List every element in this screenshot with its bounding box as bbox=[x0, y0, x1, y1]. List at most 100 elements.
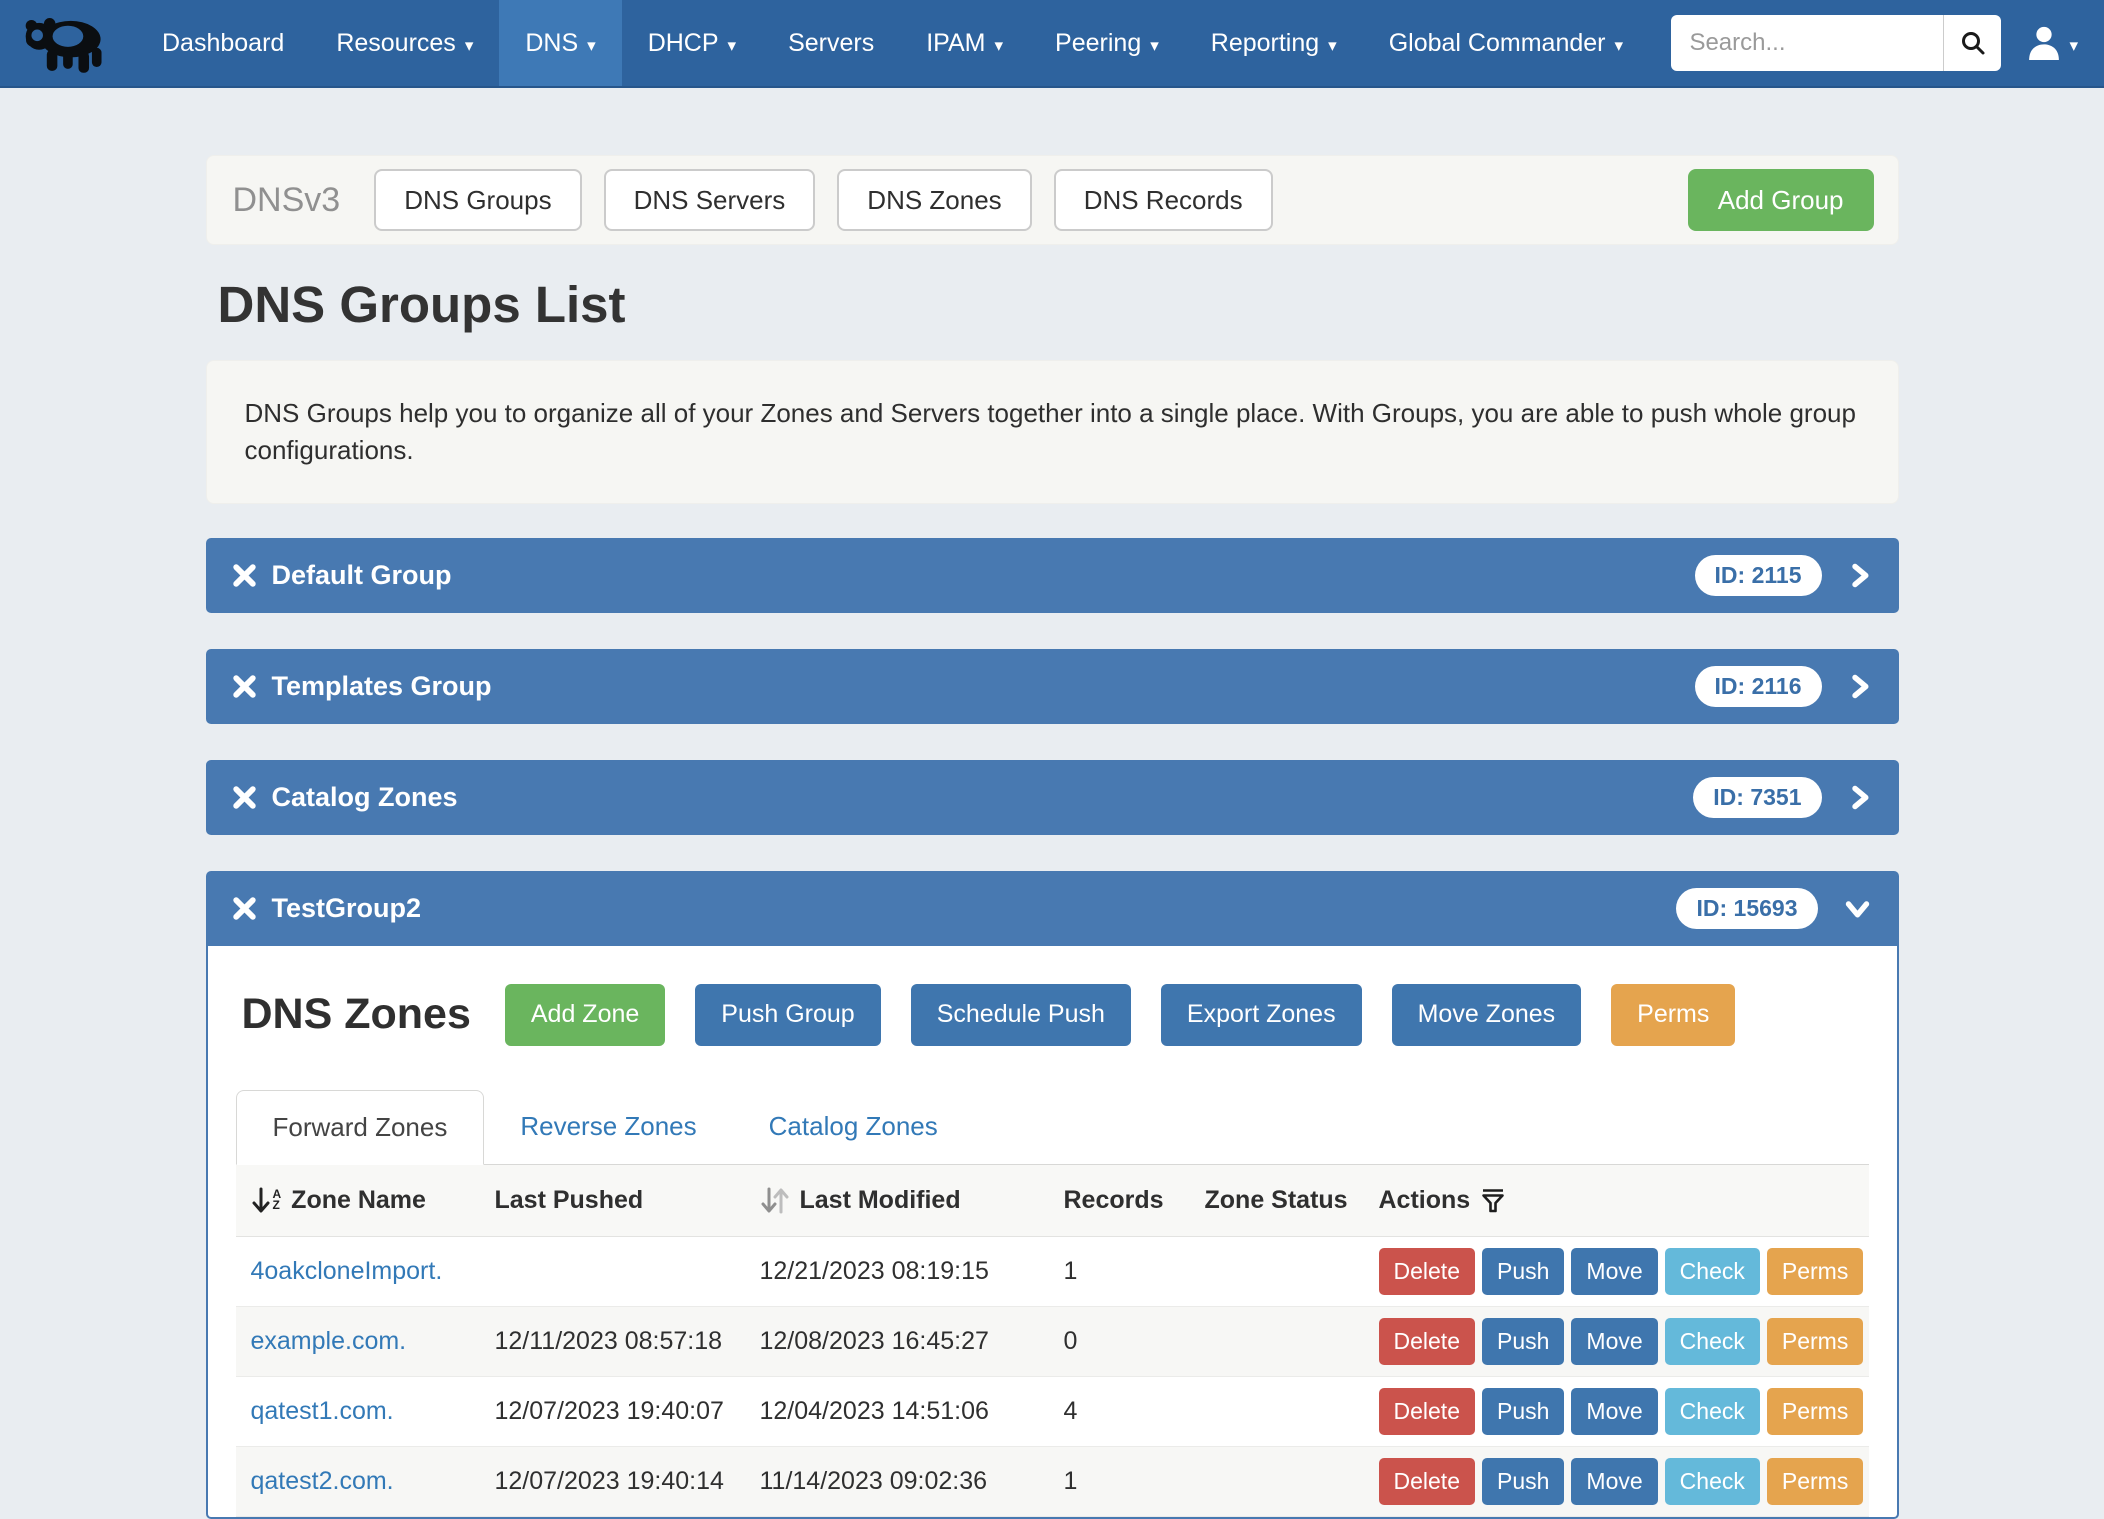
perms-button[interactable]: Perms bbox=[1767, 1388, 1863, 1435]
check-button[interactable]: Check bbox=[1665, 1388, 1760, 1435]
zone-name-link[interactable]: 4oakcloneImport. bbox=[251, 1257, 443, 1286]
tab-forward-zones[interactable]: Forward Zones bbox=[236, 1090, 485, 1165]
nav-item-peering[interactable]: Peering▾ bbox=[1029, 0, 1185, 86]
push-button[interactable]: Push bbox=[1482, 1458, 1564, 1505]
sort-arrow-icon bbox=[251, 1187, 271, 1214]
zone-name-link[interactable]: qatest1.com. bbox=[251, 1397, 394, 1426]
search-button[interactable] bbox=[1943, 15, 2001, 71]
perms-button[interactable]: Perms bbox=[1767, 1458, 1863, 1505]
nav-item-servers[interactable]: Servers bbox=[762, 0, 900, 86]
column-label: Zone Name bbox=[291, 1186, 426, 1215]
nav-item-resources[interactable]: Resources▾ bbox=[310, 0, 499, 86]
move-button[interactable]: Move bbox=[1571, 1388, 1657, 1435]
dns-servers-button[interactable]: DNS Servers bbox=[604, 169, 816, 231]
group-bar-default-group[interactable]: Default GroupID: 2115 bbox=[206, 538, 1899, 613]
group-bar-right: ID: 15693 bbox=[1676, 888, 1872, 929]
group-bar-templates-group[interactable]: Templates Group ID: 2116 bbox=[206, 649, 1899, 724]
check-button[interactable]: Check bbox=[1665, 1318, 1760, 1365]
table-body: 4oakcloneImport.12/21/2023 08:19:151Dele… bbox=[236, 1237, 1869, 1517]
group-testgroup2: TestGroup2ID: 15693 DNS Zones Add ZonePu… bbox=[206, 871, 1899, 1519]
group-id-badge: ID: 7351 bbox=[1693, 777, 1821, 818]
nav-item-ipam[interactable]: IPAM▾ bbox=[900, 0, 1029, 86]
dns-groups-button[interactable]: DNS Groups bbox=[374, 169, 581, 231]
nav-menu: DashboardResources▾DNS▾DHCP▾ServersIPAM▾… bbox=[136, 0, 1649, 86]
nav-item-label: DNS bbox=[525, 29, 578, 58]
dns-toolbar-buttons: DNS Groups DNS Servers DNS Zones DNS Record… bbox=[374, 169, 1272, 231]
zone-name-cell: example.com. bbox=[236, 1327, 480, 1356]
records-cell: 0 bbox=[1049, 1327, 1190, 1356]
sort-alpha-icon: AZ bbox=[251, 1187, 282, 1214]
group-title: Catalog Zones bbox=[272, 782, 458, 813]
nav-right: ▾ bbox=[1671, 0, 2104, 86]
navbar: DashboardResources▾DNS▾DHCP▾ServersIPAM▾… bbox=[0, 0, 2104, 88]
column-header-zone-name[interactable]: AZ Zone Name bbox=[236, 1186, 480, 1215]
push-group-button[interactable]: Push Group bbox=[695, 984, 880, 1046]
close-icon bbox=[232, 896, 257, 921]
dns-records-button[interactable]: DNS Records bbox=[1054, 169, 1273, 231]
nav-item-reporting[interactable]: Reporting▾ bbox=[1185, 0, 1363, 86]
schedule-push-button[interactable]: Schedule Push bbox=[911, 984, 1131, 1046]
chevron-down-icon: ▾ bbox=[728, 37, 737, 54]
user-menu[interactable]: ▾ bbox=[2027, 24, 2078, 62]
perms-button[interactable]: Perms bbox=[1611, 984, 1735, 1046]
group-bar-right: ID: 7351 bbox=[1693, 777, 1872, 818]
app-logo[interactable] bbox=[0, 0, 136, 86]
nav-item-dns[interactable]: DNS ▾ bbox=[499, 0, 621, 86]
table-row: qatest2.com.12/07/2023 19:40:1411/14/202… bbox=[236, 1447, 1869, 1517]
push-button[interactable]: Push bbox=[1482, 1388, 1564, 1435]
search-group bbox=[1671, 15, 2001, 71]
nav-item-label: Reporting bbox=[1211, 29, 1319, 58]
push-button[interactable]: Push bbox=[1482, 1318, 1564, 1365]
delete-button[interactable]: Delete bbox=[1379, 1318, 1475, 1365]
perms-button[interactable]: Perms bbox=[1767, 1248, 1863, 1295]
panda-logo-icon bbox=[18, 7, 114, 79]
zone-name-link[interactable]: example.com. bbox=[251, 1327, 407, 1356]
column-header-last-modified[interactable]: Last Modified bbox=[745, 1186, 1049, 1215]
delete-button[interactable]: Delete bbox=[1379, 1458, 1475, 1505]
user-icon bbox=[2027, 24, 2061, 62]
add-group-button[interactable]: Add Group bbox=[1688, 169, 1874, 231]
check-button[interactable]: Check bbox=[1665, 1458, 1760, 1505]
column-label: Last Pushed bbox=[495, 1186, 644, 1215]
actions-cell: DeletePushMoveCheckPerms bbox=[1364, 1318, 1869, 1365]
column-header-actions[interactable]: Actions bbox=[1364, 1186, 1869, 1215]
actions-cell: DeletePushMoveCheckPerms bbox=[1364, 1458, 1869, 1505]
group-id-badge: ID: 15693 bbox=[1676, 888, 1817, 929]
chevron-down-icon: ▾ bbox=[1614, 37, 1623, 54]
chevron-down-icon: ▾ bbox=[587, 37, 596, 54]
last-modified-cell: 12/08/2023 16:45:27 bbox=[745, 1327, 1049, 1356]
move-button[interactable]: Move bbox=[1571, 1458, 1657, 1505]
group-bar-right: ID: 2116 bbox=[1695, 666, 1873, 707]
chevron-right-icon bbox=[1846, 783, 1873, 812]
tab-catalog-zones[interactable]: Catalog Zones bbox=[733, 1090, 974, 1164]
perms-button[interactable]: Perms bbox=[1767, 1318, 1863, 1365]
move-zones-button[interactable]: Move Zones bbox=[1392, 984, 1582, 1046]
move-button[interactable]: Move bbox=[1571, 1248, 1657, 1295]
table-row: example.com.12/11/2023 08:57:1812/08/202… bbox=[236, 1307, 1869, 1377]
push-button[interactable]: Push bbox=[1482, 1248, 1564, 1295]
column-label: Zone Status bbox=[1205, 1186, 1348, 1215]
last-modified-cell: 12/21/2023 08:19:15 bbox=[745, 1257, 1049, 1286]
group-title: Templates Group bbox=[272, 671, 492, 702]
group-bar-testgroup2[interactable]: TestGroup2ID: 15693 bbox=[206, 871, 1899, 946]
nav-item-dhcp[interactable]: DHCP▾ bbox=[622, 0, 762, 86]
zones-panel: DNS Zones Add ZonePush GroupSchedule Pus… bbox=[206, 946, 1899, 1519]
column-header-zone-status: Zone Status bbox=[1190, 1186, 1364, 1215]
chevron-down-icon: ▾ bbox=[995, 37, 1004, 54]
tab-reverse-zones[interactable]: Reverse Zones bbox=[484, 1090, 732, 1164]
search-input[interactable] bbox=[1671, 15, 1943, 71]
delete-button[interactable]: Delete bbox=[1379, 1248, 1475, 1295]
add-zone-button[interactable]: Add Zone bbox=[505, 984, 665, 1046]
export-zones-button[interactable]: Export Zones bbox=[1161, 984, 1362, 1046]
dns-zones-button[interactable]: DNS Zones bbox=[837, 169, 1031, 231]
group-bar-catalog-zones[interactable]: Catalog Zones ID: 7351 bbox=[206, 760, 1899, 835]
filter-icon bbox=[1480, 1187, 1506, 1214]
move-button[interactable]: Move bbox=[1571, 1318, 1657, 1365]
check-button[interactable]: Check bbox=[1665, 1248, 1760, 1295]
nav-item-label: Peering bbox=[1055, 29, 1141, 58]
nav-item-dashboard[interactable]: Dashboard bbox=[136, 0, 310, 86]
records-cell: 4 bbox=[1049, 1397, 1190, 1426]
zone-name-link[interactable]: qatest2.com. bbox=[251, 1467, 394, 1496]
delete-button[interactable]: Delete bbox=[1379, 1388, 1475, 1435]
nav-item-global-commander[interactable]: Global Commander▾ bbox=[1363, 0, 1649, 86]
